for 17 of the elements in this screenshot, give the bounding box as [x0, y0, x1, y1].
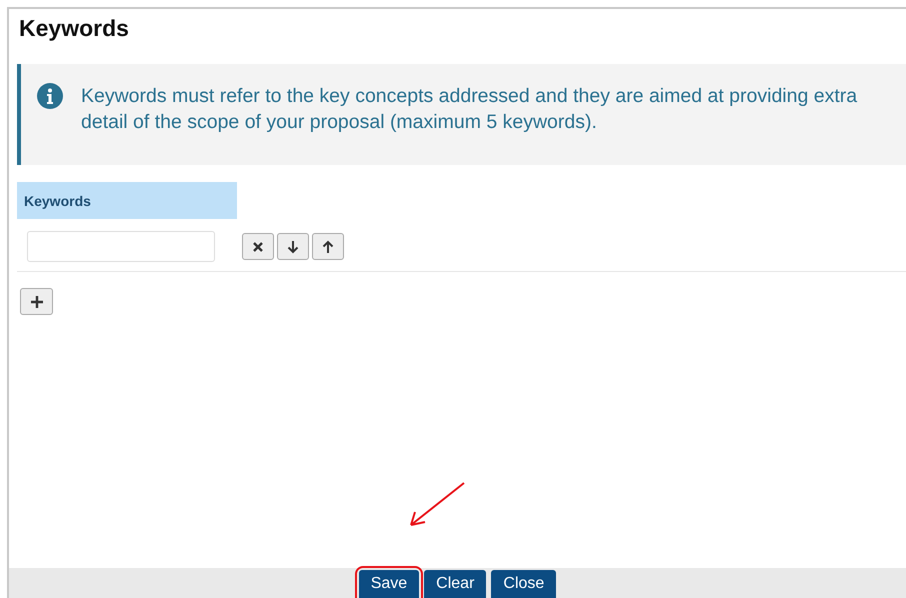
move-up-button[interactable] — [312, 233, 344, 260]
column-header: Keywords — [17, 182, 237, 219]
footer-button[interactable]: Close — [491, 570, 556, 598]
up-arrow-icon — [322, 240, 334, 254]
footer-button[interactable]: Clear — [424, 570, 486, 598]
remove-button[interactable] — [242, 233, 274, 260]
move-down-button[interactable] — [277, 233, 309, 260]
info-text: Keywords must refer to the key concepts addressed and they are aimed at providing extra detail of the scope of your proposal (maximum 5 keywords). — [81, 84, 858, 135]
footer-button[interactable]: Save — [358, 570, 420, 598]
keyword-input[interactable] — [27, 231, 215, 262]
annotation-arrow — [407, 481, 467, 529]
add-button[interactable] — [20, 288, 53, 315]
plus-icon — [30, 294, 44, 308]
page-title: Keywords — [19, 15, 130, 42]
down-arrow-icon — [287, 240, 299, 254]
close-icon — [252, 240, 264, 252]
info-icon — [37, 83, 63, 109]
